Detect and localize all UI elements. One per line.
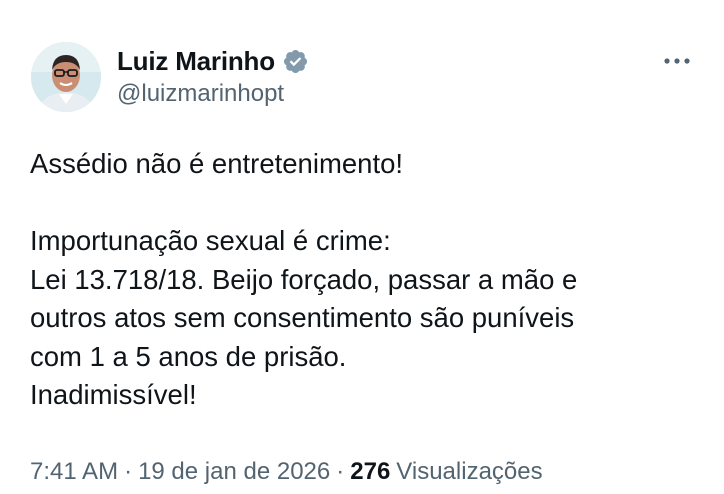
tweet-text: Assédio não é entretenimento! Importunaç… — [30, 145, 700, 415]
views-label: Visualizações — [396, 458, 543, 485]
author-display-name[interactable]: Luiz Marinho — [117, 46, 275, 77]
tweet-text-line: outros atos sem consentimento são puníve… — [30, 302, 575, 333]
more-options-button[interactable] — [660, 50, 694, 72]
tweet-text-line: Importunação sexual é crime: — [30, 225, 391, 256]
author-handle[interactable]: @luizmarinhopt — [117, 80, 284, 108]
avatar-image — [31, 42, 101, 112]
tweet-date[interactable]: 19 de jan de 2026 — [138, 458, 330, 486]
author-name-row: Luiz Marinho — [117, 44, 309, 78]
more-horizontal-icon — [664, 58, 690, 64]
meta-separator: · — [336, 458, 345, 485]
meta-separator: · — [124, 458, 133, 485]
tweet-text-line: com 1 a 5 anos de prisão. — [30, 340, 347, 372]
verified-badge-icon[interactable] — [282, 48, 309, 75]
tweet-time[interactable]: 7:41 AM — [30, 458, 118, 486]
tweet-card: Luiz Marinho @luizmarinhopt Assédio não … — [0, 0, 724, 494]
tweet-text-line: Inadimissível! — [30, 379, 197, 410]
views-count: 276 — [350, 458, 391, 485]
tweet-text-line: Assédio não é entretenimento! — [30, 148, 404, 179]
avatar[interactable] — [31, 42, 101, 112]
tweet-text-blank-line — [30, 184, 700, 223]
tweet-meta: 7:41 AM · 19 de jan de 2026 · 276 Visual… — [30, 458, 543, 486]
tweet-text-line: Lei 13.718/18. Beijo forçado, passar a m… — [30, 263, 578, 295]
